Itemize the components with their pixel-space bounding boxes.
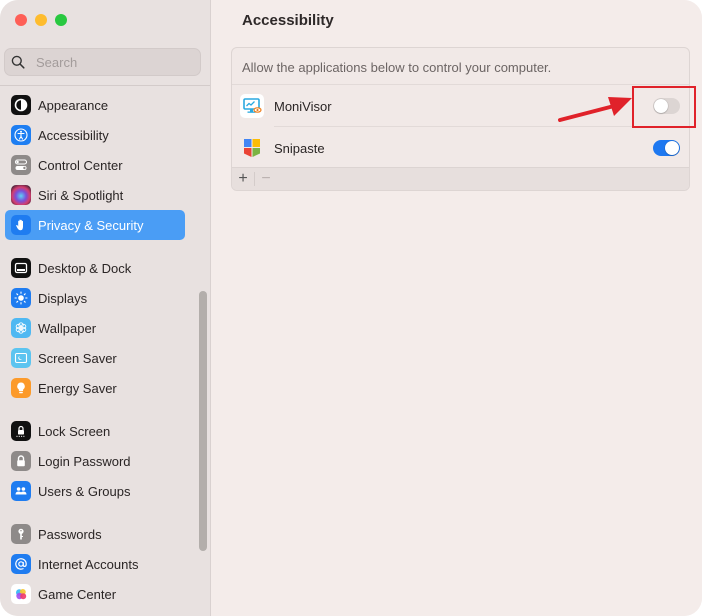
sidebar-item-label: Appearance — [38, 97, 109, 113]
game-center-icon — [11, 584, 31, 604]
toggle-knob — [665, 141, 679, 155]
sidebar-item-control-center[interactable]: Control Center — [5, 150, 185, 180]
sidebar-item-desktop-dock[interactable]: Desktop & Dock — [5, 253, 185, 283]
control-center-icon — [11, 155, 31, 175]
sidebar: Appearance Accessibility Control Center … — [0, 0, 211, 616]
sidebar-item-users-groups[interactable]: Users & Groups — [5, 476, 185, 506]
sidebar-item-siri-spotlight[interactable]: Siri & Spotlight — [5, 180, 185, 210]
sidebar-item-label: Privacy & Security — [38, 217, 144, 233]
sidebar-item-appearance[interactable]: Appearance — [5, 90, 185, 120]
padlock-icon — [11, 451, 31, 471]
app-name: MoniVisor — [274, 98, 332, 114]
siri-icon — [11, 185, 31, 205]
sidebar-item-label: Internet Accounts — [38, 556, 139, 572]
sidebar-item-passwords[interactable]: Passwords — [5, 519, 185, 549]
sidebar-item-screen-saver[interactable]: Screen Saver — [5, 343, 185, 373]
sidebar-item-privacy-security[interactable]: Privacy & Security — [5, 210, 185, 240]
sidebar-item-game-center[interactable]: Game Center — [5, 579, 185, 609]
hand-icon — [11, 215, 31, 235]
wallpaper-flower-icon — [11, 318, 31, 338]
sidebar-item-label: Siri & Spotlight — [38, 187, 124, 203]
desktop-dock-icon — [11, 258, 31, 278]
lightbulb-icon — [11, 378, 31, 398]
sidebar-item-label: Wallpaper — [38, 320, 97, 336]
remove-app-button[interactable]: − — [255, 168, 277, 190]
sidebar-item-internet-accounts[interactable]: Internet Accounts — [5, 549, 185, 579]
sidebar-item-label: Login Password — [38, 453, 131, 469]
screen-saver-icon — [11, 348, 31, 368]
sidebar-item-label: Game Center — [38, 586, 117, 602]
sidebar-item-label: Accessibility — [38, 127, 109, 143]
key-icon — [11, 524, 31, 544]
annotation-arrow-icon — [558, 97, 632, 122]
sidebar-item-displays[interactable]: Displays — [5, 283, 185, 313]
lock-screen-icon — [11, 421, 31, 441]
traffic-lights — [15, 14, 67, 26]
sidebar-item-lock-screen[interactable]: Lock Screen — [5, 416, 185, 446]
sidebar-item-wallpaper[interactable]: Wallpaper — [5, 313, 185, 343]
snipaste-toggle[interactable] — [653, 140, 680, 156]
users-icon — [11, 481, 31, 501]
sidebar-item-label: Displays — [38, 290, 88, 306]
annotation-highlight-box — [632, 86, 696, 128]
list-footer: + − — [232, 167, 689, 190]
sidebar-item-label: Lock Screen — [38, 423, 111, 439]
add-app-button[interactable]: + — [232, 168, 254, 190]
sidebar-item-login-password[interactable]: Login Password — [5, 446, 185, 476]
zoom-window-button[interactable] — [55, 14, 67, 26]
accessibility-icon — [11, 125, 31, 145]
sidebar-item-label: Users & Groups — [38, 483, 131, 499]
search-icon — [11, 55, 25, 69]
snipaste-app-icon — [240, 136, 264, 160]
sidebar-divider — [0, 85, 210, 86]
sidebar-item-label: Screen Saver — [38, 350, 117, 366]
sidebar-item-energy-saver[interactable]: Energy Saver — [5, 373, 185, 403]
close-window-button[interactable] — [15, 14, 27, 26]
list-item-snipaste: Snipaste — [232, 127, 689, 169]
search-field[interactable] — [4, 48, 201, 76]
list-description: Allow the applications below to control … — [242, 60, 552, 75]
minimize-window-button[interactable] — [35, 14, 47, 26]
sidebar-item-accessibility[interactable]: Accessibility — [5, 120, 185, 150]
sidebar-item-label: Passwords — [38, 526, 102, 542]
system-settings-window: Appearance Accessibility Control Center … — [0, 0, 702, 616]
page-title: Accessibility — [242, 12, 334, 29]
at-sign-icon — [11, 554, 31, 574]
appearance-icon — [11, 95, 31, 115]
sidebar-scrollbar[interactable] — [199, 291, 207, 551]
displays-sun-icon — [11, 288, 31, 308]
monivisor-app-icon — [240, 94, 264, 118]
sidebar-item-label: Desktop & Dock — [38, 260, 132, 276]
sidebar-item-label: Control Center — [38, 157, 123, 173]
app-name: Snipaste — [274, 140, 325, 156]
search-input[interactable] — [36, 54, 186, 70]
sidebar-item-label: Energy Saver — [38, 380, 117, 396]
